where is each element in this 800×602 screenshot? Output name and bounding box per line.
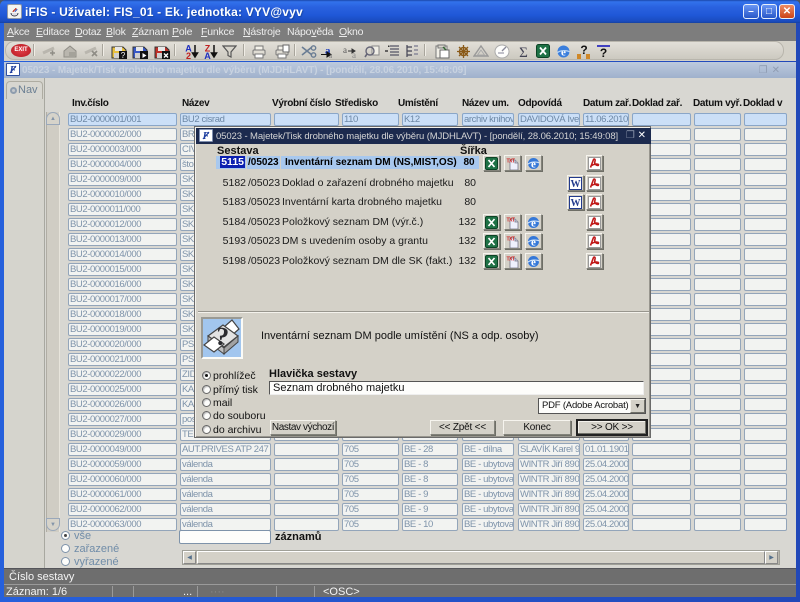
svg-text:A: A bbox=[204, 51, 211, 59]
svg-text:2: 2 bbox=[186, 51, 191, 59]
svg-text:W: W bbox=[571, 179, 581, 190]
svg-text:a: a bbox=[352, 50, 356, 59]
svg-text:e: e bbox=[531, 237, 536, 249]
svg-text:?: ? bbox=[121, 51, 126, 59]
svg-text:e: e bbox=[531, 218, 536, 230]
svg-text:TXT: TXT bbox=[507, 257, 515, 263]
svg-text:?: ? bbox=[600, 46, 607, 59]
svg-text:Σ: Σ bbox=[519, 45, 528, 59]
svg-text:W: W bbox=[571, 198, 581, 209]
svg-text:TXT: TXT bbox=[507, 159, 515, 165]
svg-text:TXT: TXT bbox=[507, 218, 515, 224]
svg-text:a: a bbox=[329, 52, 333, 59]
svg-text:a: a bbox=[343, 45, 347, 55]
svg-text:TXT: TXT bbox=[507, 237, 515, 243]
svg-text:e: e bbox=[531, 159, 536, 171]
svg-text:e: e bbox=[531, 257, 536, 269]
svg-text:e: e bbox=[561, 47, 566, 59]
